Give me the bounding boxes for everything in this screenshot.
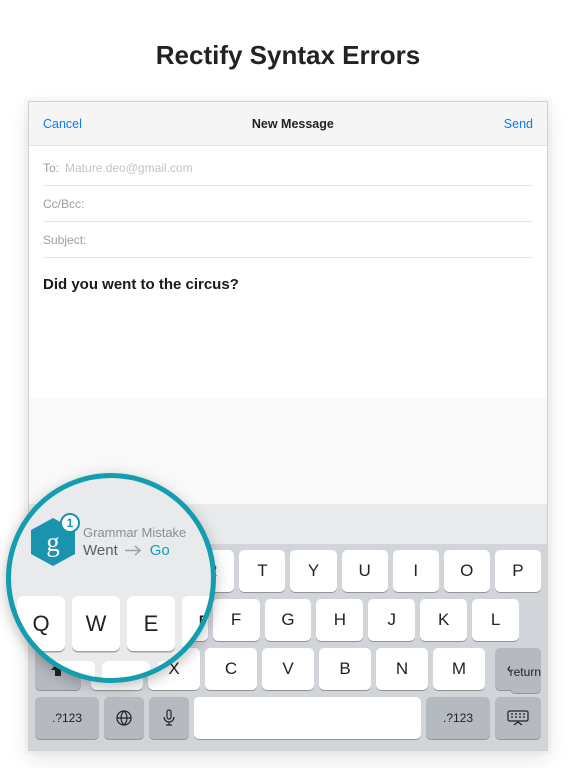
cc-field-row[interactable]: Cc/Bcc:: [43, 186, 533, 222]
subject-label: Subject:: [43, 233, 86, 247]
key-y[interactable]: Y: [290, 550, 336, 592]
send-button[interactable]: Send: [504, 117, 533, 131]
email-fields: To: Mature.deo@gmail.com Cc/Bcc: Subject…: [29, 146, 547, 258]
dictation-key[interactable]: [149, 697, 189, 739]
space-key[interactable]: [194, 697, 421, 739]
key-c[interactable]: C: [205, 648, 257, 690]
keyboard-row-4: .?123 .?123: [33, 697, 543, 739]
dismiss-keyboard-key[interactable]: [495, 697, 541, 739]
cc-label: Cc/Bcc:: [43, 197, 84, 211]
subject-field-row[interactable]: Subject:: [43, 222, 533, 258]
key-u[interactable]: U: [342, 550, 388, 592]
key-w[interactable]: W: [72, 596, 120, 651]
suggestion-badge: 1: [60, 513, 80, 533]
key-f[interactable]: F: [213, 599, 260, 641]
grammar-suggestion[interactable]: Grammar Mistake Went Go: [83, 525, 186, 559]
suggestion-from: Went: [83, 542, 118, 559]
key-h[interactable]: H: [316, 599, 363, 641]
key-p[interactable]: P: [495, 550, 541, 592]
cancel-button[interactable]: Cancel: [43, 117, 82, 131]
return-key[interactable]: return: [510, 651, 541, 693]
message-body[interactable]: Did you went to the circus?: [29, 258, 547, 398]
key-n[interactable]: N: [376, 648, 428, 690]
globe-key[interactable]: [104, 697, 144, 739]
key-m[interactable]: M: [433, 648, 485, 690]
key-v[interactable]: V: [262, 648, 314, 690]
key-e[interactable]: E: [127, 596, 175, 651]
numeric-key-left[interactable]: .?123: [35, 697, 99, 739]
key-q[interactable]: Q: [17, 596, 65, 651]
navbar: Cancel New Message Send: [29, 102, 547, 146]
key-b[interactable]: B: [319, 648, 371, 690]
arrow-right-icon: [125, 545, 143, 556]
to-value: Mature.deo@gmail.com: [65, 161, 193, 175]
key-i[interactable]: I: [393, 550, 439, 592]
numeric-key-right[interactable]: .?123: [426, 697, 490, 739]
magnifier-callout: g 1 Grammar Mistake Went Go QWER ASD: [6, 473, 216, 683]
key-k[interactable]: K: [420, 599, 467, 641]
suggestion-label: Grammar Mistake: [83, 525, 186, 540]
key-l[interactable]: L: [472, 599, 519, 641]
key-r[interactable]: R: [182, 596, 216, 651]
to-label: To:: [43, 161, 59, 175]
key-g[interactable]: G: [265, 599, 312, 641]
key-j[interactable]: J: [368, 599, 415, 641]
to-field-row[interactable]: To: Mature.deo@gmail.com: [43, 150, 533, 186]
key-t[interactable]: T: [239, 550, 285, 592]
key-o[interactable]: O: [444, 550, 490, 592]
navbar-title: New Message: [252, 117, 334, 131]
suggestion-to: Go: [150, 542, 170, 559]
page-title: Rectify Syntax Errors: [0, 0, 576, 101]
